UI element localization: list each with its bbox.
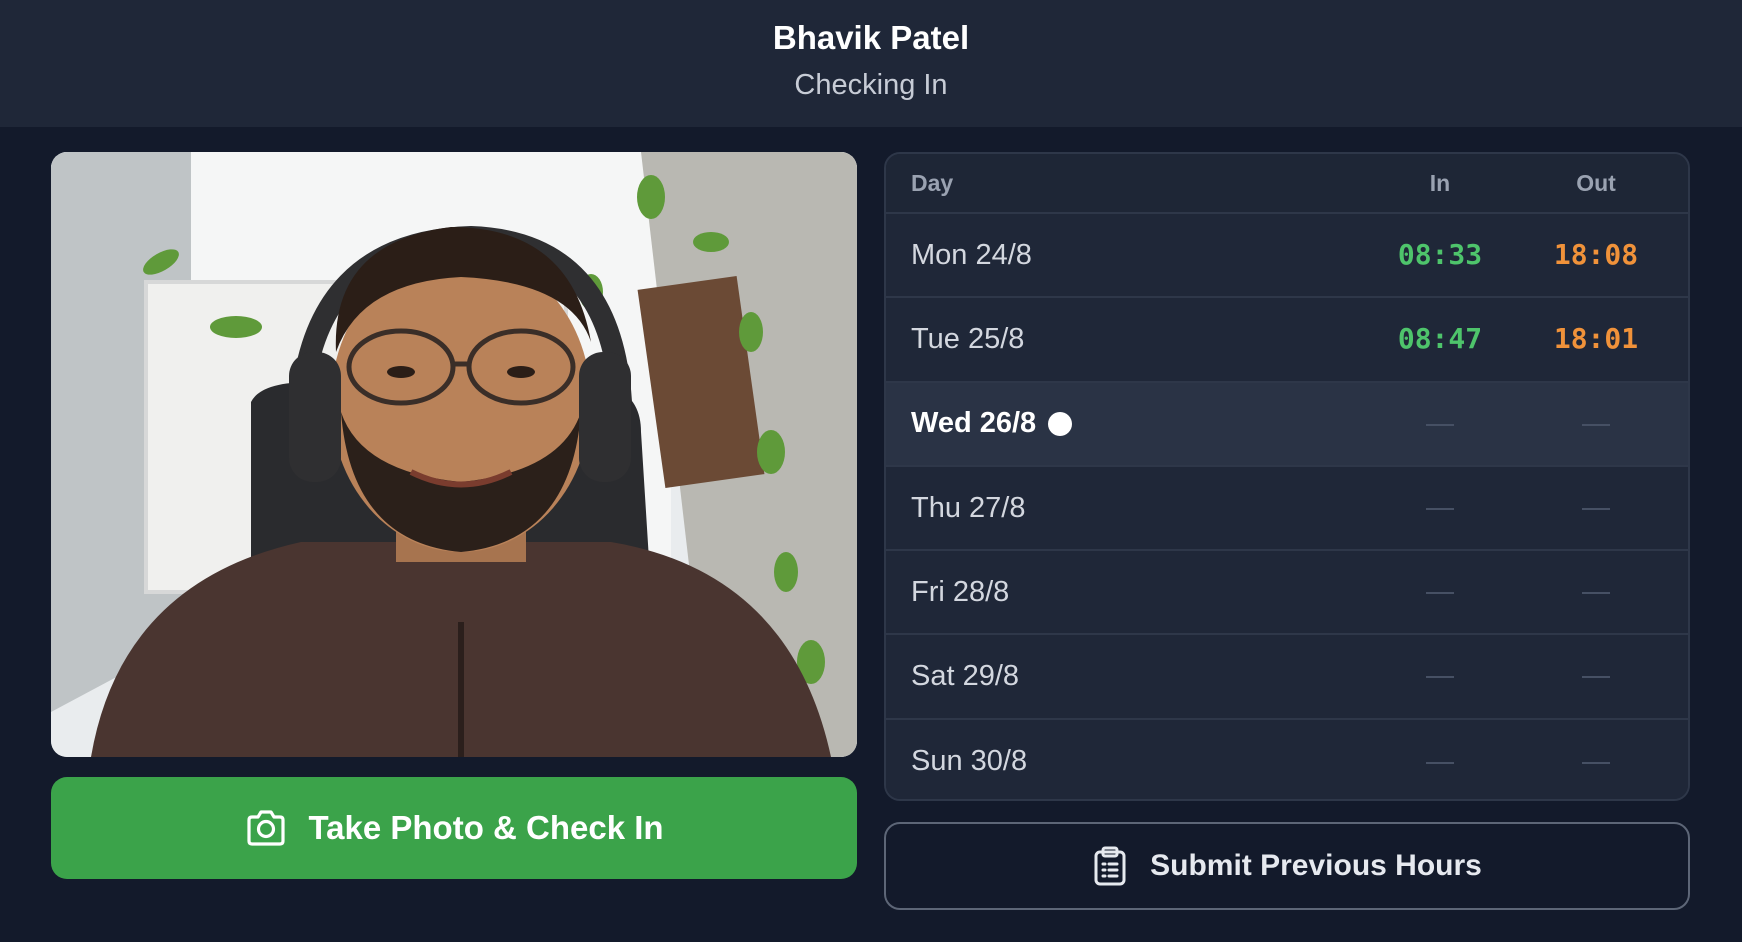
submit-previous-hours-label: Submit Previous Hours xyxy=(1150,849,1482,882)
table-row: Sat 29/8 xyxy=(886,635,1688,720)
submit-previous-hours-button[interactable]: Submit Previous Hours xyxy=(884,822,1690,910)
camera-preview xyxy=(51,152,857,757)
header: Bhavik Patel Checking In xyxy=(0,0,1742,127)
check-out-time: 18:08 xyxy=(1553,238,1639,272)
table-row: Sun 30/8 xyxy=(886,719,1688,799)
empty-dash-icon xyxy=(1582,676,1610,679)
check-in-time: 08:47 xyxy=(1397,322,1483,356)
clipboard-icon xyxy=(1092,846,1128,886)
row-day: Fri 28/8 xyxy=(911,575,1010,608)
table-row: Fri 28/8 xyxy=(886,551,1688,636)
table-row: Tue 25/8 08:47 18:01 xyxy=(886,298,1688,383)
table-row-today: Wed 26/8 xyxy=(886,382,1688,467)
column-header-in: In xyxy=(1429,169,1451,196)
row-day: Mon 24/8 xyxy=(911,238,1032,271)
check-out-time: 18:01 xyxy=(1553,322,1639,356)
empty-dash-icon xyxy=(1582,761,1610,764)
table-header: Day In Out xyxy=(886,154,1688,214)
empty-dash-icon xyxy=(1426,507,1454,510)
column-header-out: Out xyxy=(1576,169,1616,196)
checkin-status: Checking In xyxy=(794,69,948,101)
weekly-schedule-table: Day In Out Mon 24/8 08:33 18:08 Tue 25/8… xyxy=(884,152,1690,801)
row-day: Tue 25/8 xyxy=(911,322,1025,355)
take-photo-checkin-button[interactable]: Take Photo & Check In xyxy=(51,777,857,879)
empty-dash-icon xyxy=(1582,592,1610,595)
camera-icon xyxy=(244,806,288,850)
empty-dash-icon xyxy=(1426,592,1454,595)
row-day: Sun 30/8 xyxy=(911,745,1028,778)
empty-dash-icon xyxy=(1426,676,1454,679)
column-header-day: Day xyxy=(911,169,954,196)
empty-dash-icon xyxy=(1582,507,1610,510)
check-in-time: 08:33 xyxy=(1397,238,1483,272)
today-indicator-icon xyxy=(1048,411,1073,436)
table-row: Thu 27/8 xyxy=(886,466,1688,552)
take-photo-checkin-label: Take Photo & Check In xyxy=(308,809,664,846)
row-day: Wed 26/8 xyxy=(911,407,1037,440)
employee-name: Bhavik Patel xyxy=(772,19,970,56)
row-day: Thu 27/8 xyxy=(911,491,1026,524)
empty-dash-icon xyxy=(1426,761,1454,764)
empty-dash-icon xyxy=(1426,423,1454,426)
table-row: Mon 24/8 08:33 18:08 xyxy=(886,214,1688,299)
empty-dash-icon xyxy=(1582,423,1610,426)
row-day: Sat 29/8 xyxy=(911,660,1020,693)
